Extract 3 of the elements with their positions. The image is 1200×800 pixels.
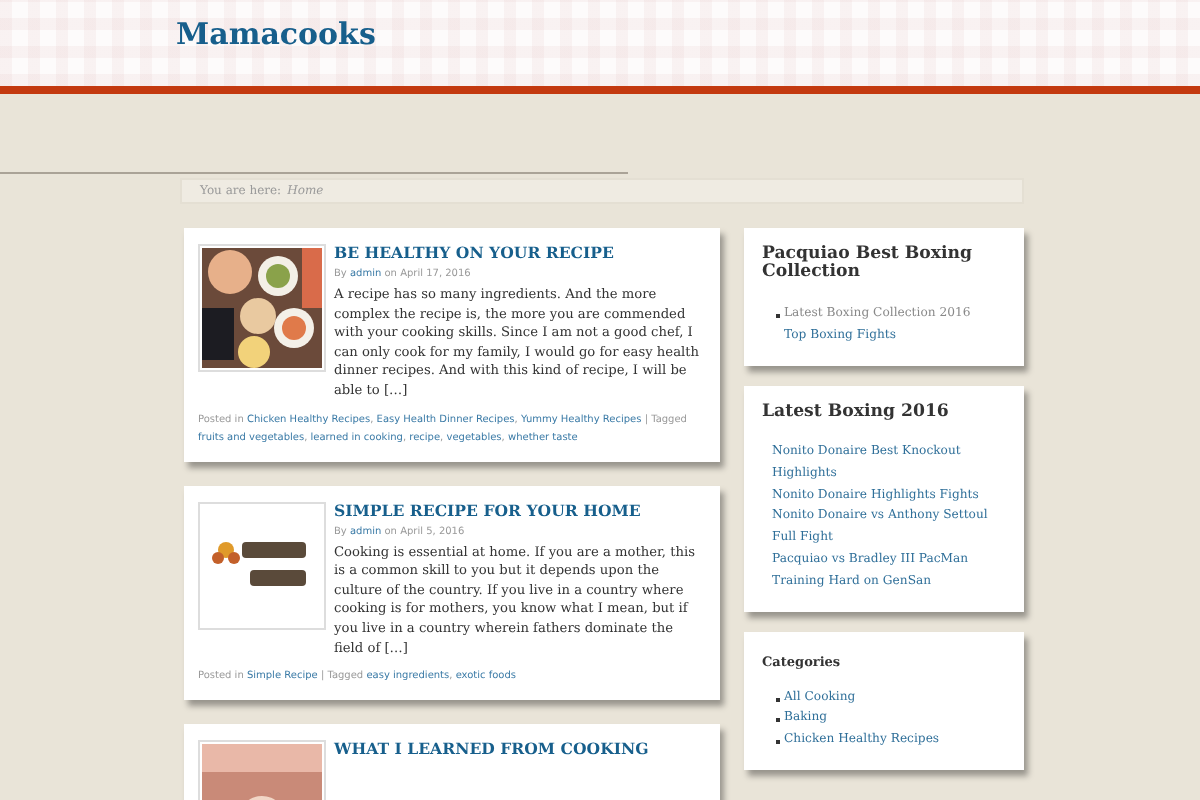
widget-title: Latest Boxing 2016 — [762, 403, 951, 422]
widget-title: Pacquiao Best Boxing Collection — [762, 246, 975, 284]
site-title[interactable]: Mamacooks — [176, 16, 376, 52]
